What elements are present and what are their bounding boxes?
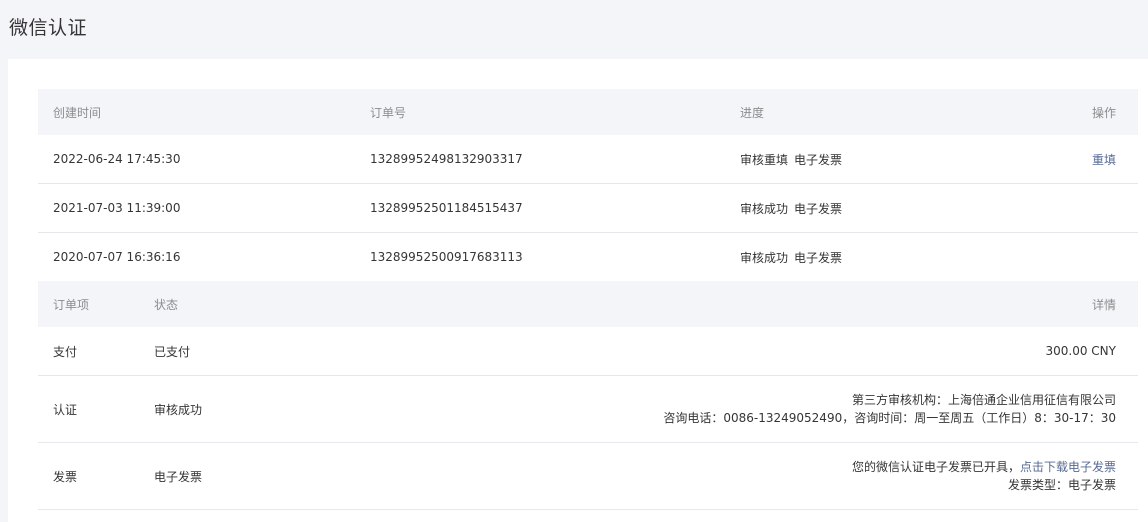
invoice-detail: 您的微信认证电子发票已开具，点击下载电子发票 发票类型：电子发票 [852,443,1116,509]
header-progress: 进度 [740,105,765,120]
progress: 审核成功 电子发票 [740,233,842,281]
order-number: 13289952500917683113 [370,250,523,264]
table-row: 发票 电子发票 您的微信认证电子发票已开具，点击下载电子发票 发票类型：电子发票 [38,443,1138,510]
invoice-type: 电子发票 [794,152,843,167]
created-time: 2021-07-03 11:39:00 [53,201,181,215]
item-status: 已支付 [154,344,191,359]
page-title: 微信认证 [9,17,88,39]
progress: 审核成功 电子发票 [740,184,842,232]
invoice-type: 电子发票 [794,250,843,265]
cert-detail: 第三方审核机构：上海倍通企业信用征信有限公司 咨询电话：0086-1324905… [663,376,1116,442]
item-status: 电子发票 [154,469,203,484]
table-row: 2020-07-07 16:36:16 13289952500917683113… [38,233,1138,282]
item-name: 发票 [53,469,78,484]
item-name: 认证 [53,402,78,417]
header-action: 操作 [1091,105,1116,120]
table-row: 认证 审核成功 第三方审核机构：上海倍通企业信用征信有限公司 咨询电话：0086… [38,376,1138,443]
invoice-type: 电子发票 [794,201,843,216]
review-status: 审核重填 [740,152,789,167]
content-panel: 创建时间 订单号 进度 操作 2022-06-24 17:45:30 13289… [8,59,1148,522]
orders-table-header: 创建时间 订单号 进度 操作 [38,89,1138,135]
header-order-no: 订单号 [370,105,407,120]
download-invoice-link[interactable]: 点击下载电子发票 [1020,460,1116,474]
items-table-header: 订单项 状态 详情 [38,281,1138,327]
header-status: 状态 [154,297,179,312]
table-row: 2022-06-24 17:45:30 13289952498132903317… [38,135,1138,184]
review-status: 审核成功 [740,250,789,265]
invoice-issued-text: 您的微信认证电子发票已开具， [851,460,1020,474]
table-row: 2021-07-03 11:39:00 13289952501184515437… [38,184,1138,233]
order-number: 13289952501184515437 [370,201,523,215]
table-row: 支付 已支付 300.00 CNY [38,327,1138,376]
review-status: 审核成功 [740,201,789,216]
refill-link[interactable]: 重填 [1092,135,1116,183]
created-time: 2020-07-07 16:36:16 [53,250,181,264]
orders-table: 创建时间 订单号 进度 操作 2022-06-24 17:45:30 13289… [38,89,1138,282]
cert-contact: 咨询电话：0086-13249052490，咨询时间：周一至周五（工作日）8：3… [663,411,1116,425]
header-item: 订单项 [53,297,90,312]
items-table: 订单项 状态 详情 支付 已支付 300.00 CNY 认证 审核成功 第三方审… [38,281,1138,510]
created-time: 2022-06-24 17:45:30 [53,152,181,166]
invoice-issued-line: 您的微信认证电子发票已开具，点击下载电子发票 [852,458,1116,476]
header-created: 创建时间 [53,105,102,120]
progress: 审核重填 电子发票 [740,135,842,183]
item-name: 支付 [53,344,78,359]
header-detail: 详情 [1091,297,1116,312]
order-number: 13289952498132903317 [370,152,523,166]
invoice-type-text: 发票类型：电子发票 [1007,478,1116,492]
payment-amount: 300.00 CNY [1045,344,1117,358]
cert-agency: 第三方审核机构：上海倍通企业信用征信有限公司 [851,393,1116,407]
item-status: 审核成功 [154,402,203,417]
